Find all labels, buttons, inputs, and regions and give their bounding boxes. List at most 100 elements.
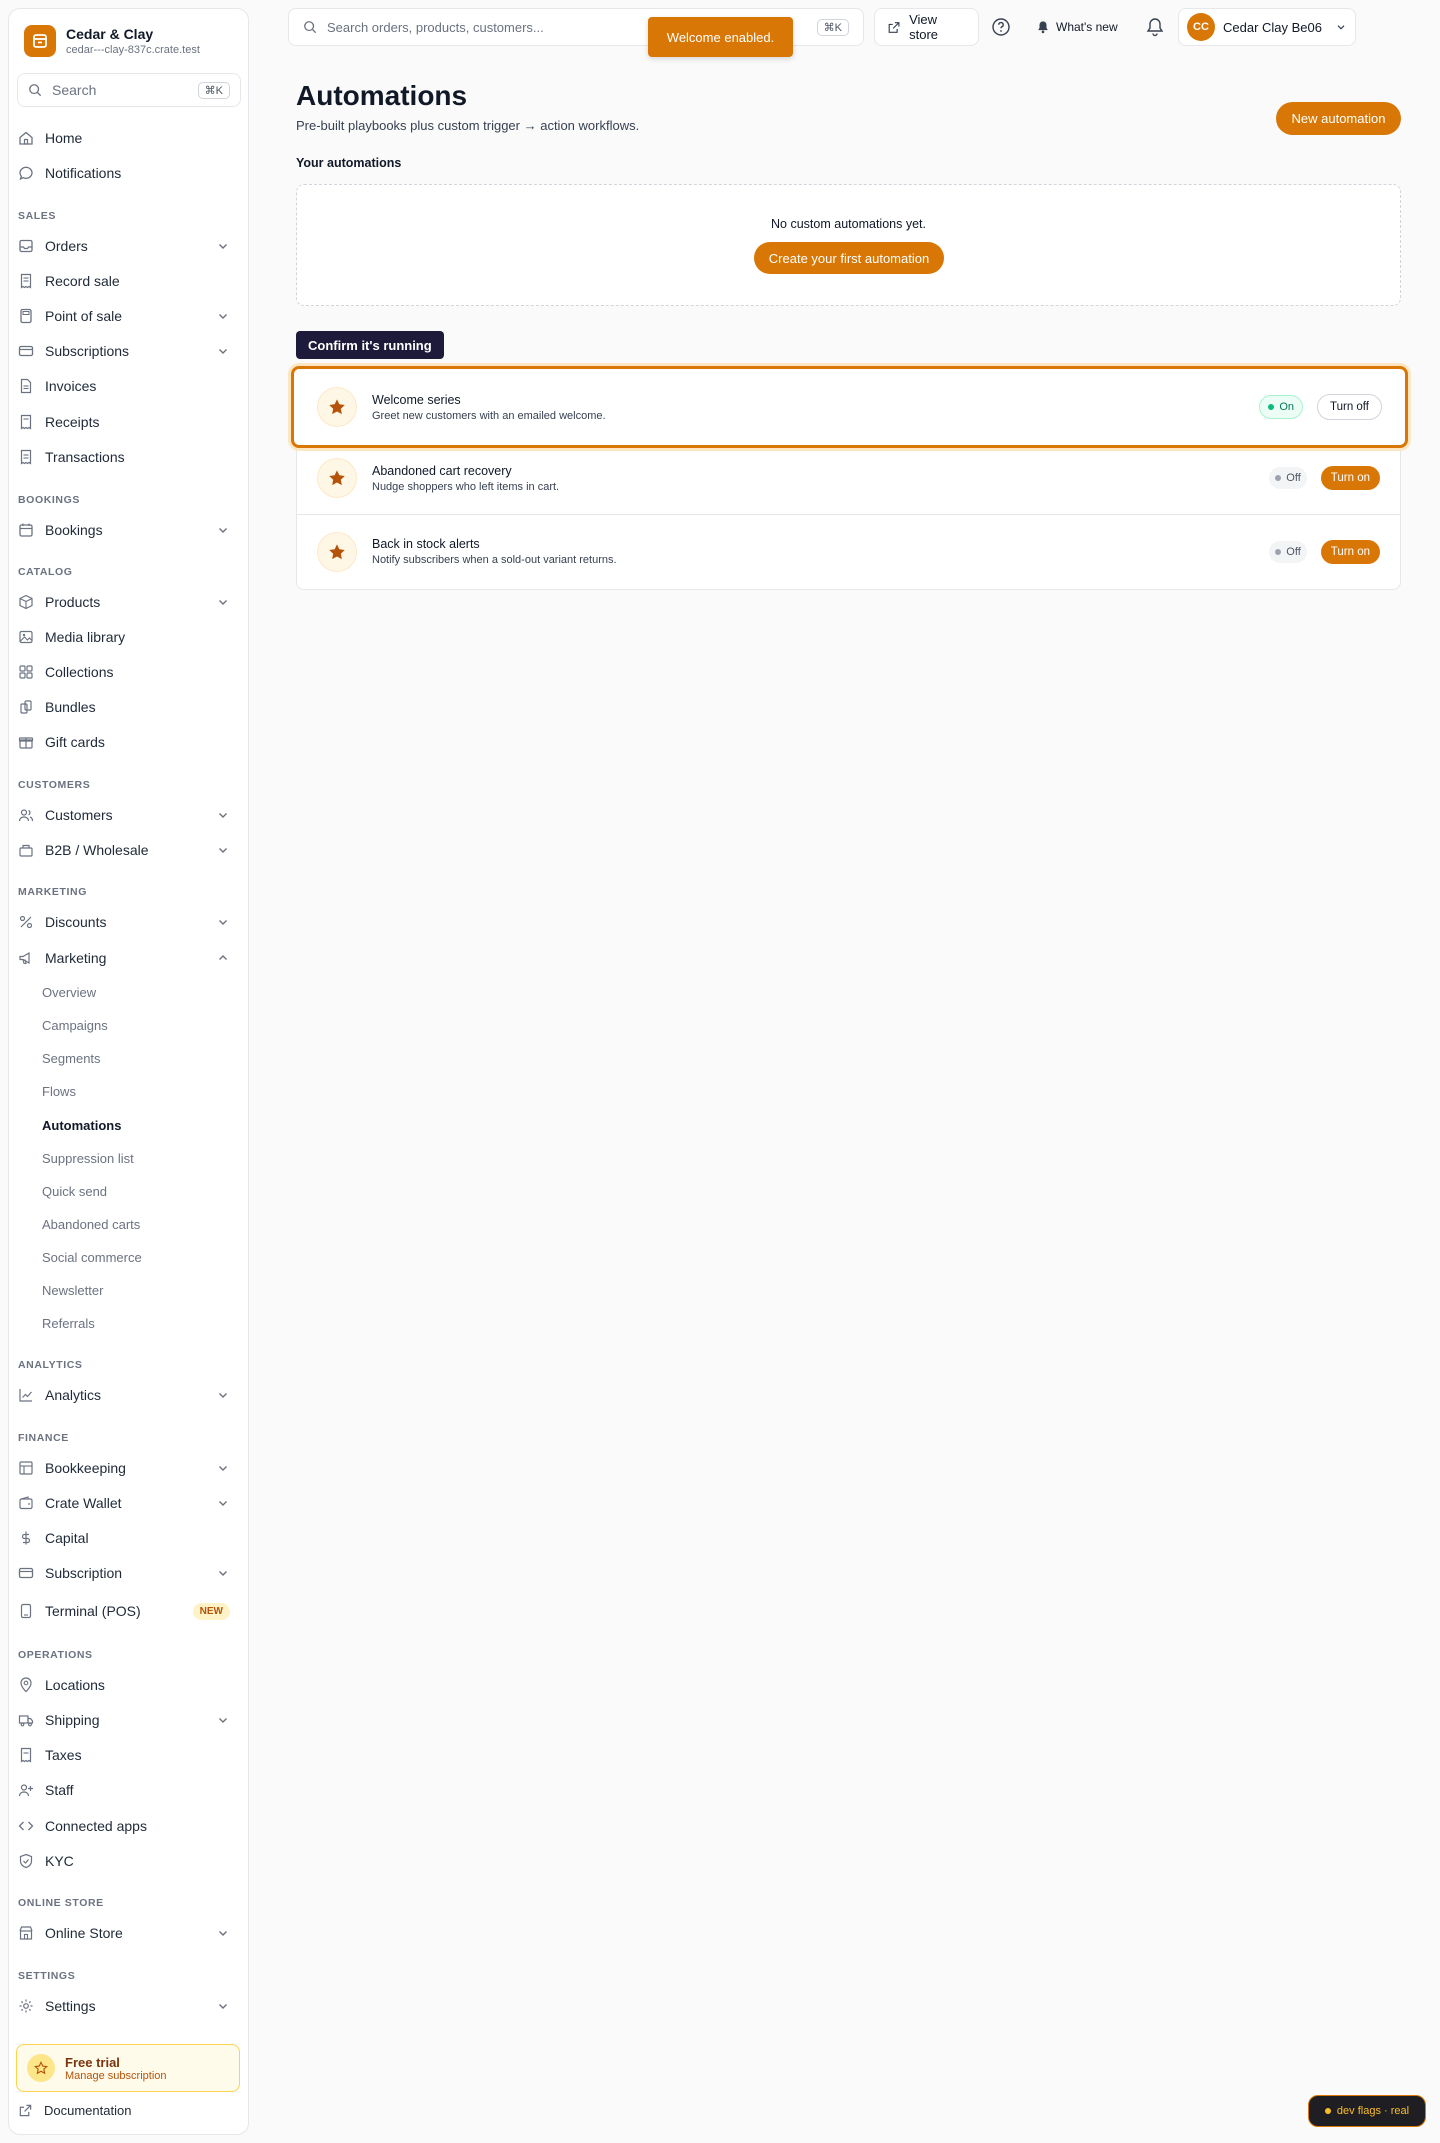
documentation-link[interactable]: Documentation (18, 2103, 131, 2118)
create-first-automation-button[interactable]: Create your first automation (754, 242, 944, 274)
sidebar-item-gift-cards[interactable]: Gift cards (18, 729, 230, 755)
sidebar-item-subscriptions[interactable]: Subscriptions (18, 338, 230, 364)
sidebar-item-label: Home (45, 130, 83, 146)
sidebar-item-online-store[interactable]: Online Store (18, 1920, 230, 1946)
sidebar-item-b2b-wholesale[interactable]: B2B / Wholesale (18, 837, 230, 863)
sidebar-item-kyc[interactable]: KYC (18, 1848, 230, 1874)
external-link-icon (19, 2104, 32, 2117)
gear-icon (19, 1999, 33, 2013)
avatar: CC (1187, 13, 1215, 41)
bell-icon[interactable] (1144, 16, 1166, 38)
sidebar-item-customers[interactable]: Customers (18, 802, 230, 828)
chevron-down-icon (219, 813, 227, 818)
sidebar-item-locations[interactable]: Locations (18, 1672, 230, 1698)
sidebar-item-label: Media library (45, 629, 126, 645)
manage-subscription-link[interactable]: Manage subscription (65, 2070, 167, 2082)
sidebar-item-invoices[interactable]: Invoices (18, 373, 230, 399)
sidebar-subitem-overview[interactable]: Overview (42, 985, 96, 1000)
sidebar-search[interactable]: Search ⌘K (17, 73, 241, 107)
dollar-icon (21, 1531, 31, 1545)
sidebar-item-bookkeeping[interactable]: Bookkeeping (18, 1455, 230, 1481)
sidebar-item-label: Invoices (45, 378, 97, 394)
free-trial-card[interactable]: Free trial Manage subscription (16, 2044, 240, 2092)
sidebar-subitem-abandoned-carts[interactable]: Abandoned carts (42, 1217, 140, 1232)
star-icon (317, 387, 357, 427)
sidebar-item-bookings[interactable]: Bookings (18, 517, 230, 543)
card-icon (18, 1567, 34, 1579)
sidebar-subitem-quick-send[interactable]: Quick send (42, 1184, 107, 1199)
automation-description: Greet new customers with an emailed welc… (372, 409, 606, 422)
help-icon[interactable] (990, 16, 1012, 38)
chevron-down-icon (219, 244, 227, 249)
sidebar-subitem-automations[interactable]: Automations (42, 1118, 121, 1133)
sidebar-subitem-segments[interactable]: Segments (42, 1051, 101, 1066)
sidebar-item-orders[interactable]: Orders (18, 233, 230, 259)
tour-tooltip: Confirm it's running (296, 331, 444, 359)
sidebar-item-label: Shipping (45, 1712, 100, 1728)
whats-new-button[interactable]: What's new (1036, 14, 1118, 40)
automation-description: Notify subscribers when a sold-out varia… (372, 554, 617, 566)
sidebar-subitem-newsletter[interactable]: Newsletter (42, 1283, 103, 1298)
profile-menu[interactable]: CC Cedar Clay Be06 (1178, 8, 1356, 46)
sidebar-item-transactions[interactable]: Transactions (18, 444, 230, 470)
sidebar-item-label: Connected apps (45, 1818, 147, 1834)
turn-on-button[interactable]: Turn on (1320, 466, 1380, 490)
sidebar-subitem-flows[interactable]: Flows (42, 1084, 76, 1099)
sidebar-item-home[interactable]: Home (18, 125, 230, 151)
sidebar-item-label: Collections (45, 664, 114, 680)
status-badge: On (1259, 395, 1303, 419)
sidebar-item-crate-wallet[interactable]: Crate Wallet (18, 1490, 230, 1516)
automation-description: Nudge shoppers who left items in cart. (372, 480, 560, 493)
sidebar-item-shipping[interactable]: Shipping (18, 1707, 230, 1733)
sidebar-item-receipts[interactable]: Receipts (18, 409, 230, 435)
turn-on-button[interactable]: Turn on (1320, 539, 1380, 564)
chevron-down-icon (219, 1466, 227, 1471)
sidebar-item-staff[interactable]: Staff (18, 1777, 230, 1803)
status-label: Off (1286, 472, 1301, 484)
chevron-down-icon (219, 349, 227, 354)
sidebar-subitem-social-commerce[interactable]: Social commerce (42, 1250, 142, 1265)
sidebar-subitem-referrals[interactable]: Referrals (42, 1316, 95, 1331)
sidebar-subitem-campaigns[interactable]: Campaigns (42, 1018, 108, 1033)
sidebar-item-connected-apps[interactable]: Connected apps (18, 1813, 230, 1839)
dev-flags-pill[interactable]: dev flags · real (1308, 2095, 1426, 2127)
sidebar-item-subscription[interactable]: Subscription (18, 1560, 230, 1586)
ledger-icon (19, 1461, 33, 1475)
sidebar-item-label: Bookkeeping (45, 1460, 126, 1476)
sidebar-item-label: Online Store (45, 1925, 123, 1941)
sidebar-item-label: Subscriptions (45, 343, 130, 359)
section-label-finance: FINANCE (18, 1432, 69, 1444)
sidebar-item-taxes[interactable]: Taxes (18, 1742, 230, 1768)
sidebar-item-marketing[interactable]: Marketing (18, 945, 230, 971)
brand-switcher[interactable]: Cedar & Clay cedar---clay-837c.crate.tes… (24, 25, 200, 57)
sidebar-item-collections[interactable]: Collections (18, 659, 230, 685)
empty-state: No custom automations yet. Create your f… (296, 184, 1401, 306)
status-badge: Off (1269, 467, 1307, 489)
truck-icon (18, 1715, 34, 1727)
sidebar-item-discounts[interactable]: Discounts (18, 909, 230, 935)
sidebar-item-label: Taxes (45, 1747, 82, 1763)
new-automation-button[interactable]: New automation (1276, 102, 1401, 135)
sidebar-item-point-of-sale[interactable]: Point of sale (18, 303, 230, 329)
documentation-label: Documentation (44, 2103, 132, 2118)
code-icon (18, 1821, 34, 1831)
sidebar-item-media-library[interactable]: Media library (18, 624, 230, 650)
sidebar-subitem-suppression-list[interactable]: Suppression list (42, 1151, 134, 1166)
sidebar-item-notifications[interactable]: Notifications (18, 160, 230, 186)
sidebar-item-label: Staff (45, 1782, 74, 1798)
sidebar-item-terminal-pos[interactable]: Terminal (POS) NEW (18, 1598, 230, 1624)
sidebar-item-label: Notifications (45, 165, 122, 181)
sidebar-item-products[interactable]: Products (18, 589, 230, 615)
sidebar-item-bundles[interactable]: Bundles (18, 694, 230, 720)
sidebar-item-analytics[interactable]: Analytics (18, 1382, 230, 1408)
sidebar-item-label: Gift cards (45, 734, 105, 750)
sidebar-item-settings[interactable]: Settings (18, 1993, 230, 2019)
sidebar-item-record-sale[interactable]: Record sale (18, 268, 230, 294)
sidebar-item-capital[interactable]: Capital (18, 1525, 230, 1551)
automation-row-back-in-stock: Back in stock alerts Notify subscribers … (297, 515, 1400, 588)
search-icon (304, 21, 317, 34)
turn-off-button[interactable]: Turn off (1317, 394, 1382, 420)
chevron-up-icon (219, 955, 227, 960)
view-store-button[interactable]: View store (874, 8, 979, 46)
sidebar-item-label: Bundles (45, 699, 96, 715)
